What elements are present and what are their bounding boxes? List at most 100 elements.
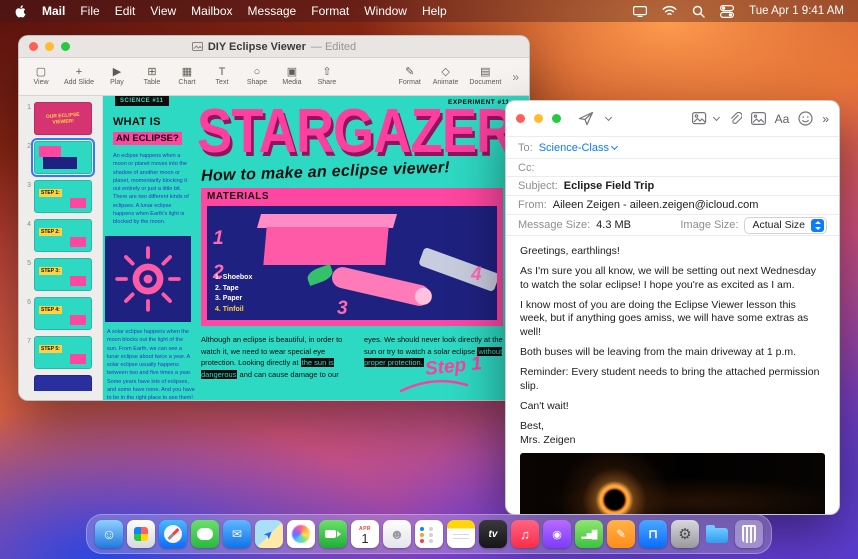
menu-item-edit[interactable]: Edit — [115, 4, 136, 18]
tinfoil-shape — [418, 247, 497, 292]
minimize-button[interactable] — [45, 42, 54, 51]
add-slide-button[interactable]: +Add Slide — [64, 67, 94, 86]
materials-illustration: 1 2 3 4 1. Shoebox 2. Tape 3. Paper 4. T… — [207, 206, 497, 320]
media-browser-icon[interactable] — [692, 112, 709, 126]
menu-item-window[interactable]: Window — [364, 4, 407, 18]
text-button[interactable]: TText — [210, 67, 234, 86]
chevron-down-icon — [611, 143, 618, 150]
play-button[interactable]: ▶Play — [105, 67, 129, 86]
recipient-token[interactable]: Science-Class — [539, 142, 617, 154]
cc-field[interactable]: Cc: — [506, 159, 839, 177]
search-icon[interactable] — [692, 5, 705, 18]
dock-icon-reminders[interactable] — [415, 520, 443, 548]
menu-item-mailbox[interactable]: Mailbox — [191, 4, 232, 18]
display-icon[interactable] — [633, 6, 647, 17]
send-options-chevron-icon[interactable] — [605, 114, 612, 121]
table-button[interactable]: ⊞Table — [140, 67, 164, 86]
menu-item-format[interactable]: Format — [311, 4, 349, 18]
slide-thumbnail-1[interactable]: 1 OUR ECLIPSE VIEWER! — [21, 102, 98, 135]
format-button[interactable]: Aa — [775, 112, 790, 126]
dock-icon-messages[interactable] — [191, 520, 219, 548]
view-button[interactable]: ▢View — [29, 67, 53, 86]
dock-icon-maps[interactable]: ➤ — [255, 520, 283, 548]
toolbar-overflow-icon[interactable]: » — [822, 112, 829, 126]
callout-number-4: 4 — [471, 264, 482, 286]
menu-bar: Mail File Edit View Mailbox Message Form… — [0, 0, 858, 22]
zoom-button[interactable] — [61, 42, 70, 51]
dock-icon-music[interactable]: ♫ — [511, 520, 539, 548]
eclipse-photo-attachment[interactable] — [520, 453, 825, 515]
slide-thumbnail-5[interactable]: 5 STEP 3: — [21, 258, 98, 291]
body-paragraph: Can't wait! — [520, 400, 825, 413]
dock-icon-podcasts[interactable]: ◉ — [543, 520, 571, 548]
animate-button[interactable]: ◇Animate — [433, 67, 459, 86]
dock-icon-contacts[interactable]: ☻ — [383, 520, 411, 548]
dock-icon-safari[interactable] — [159, 520, 187, 548]
keynote-toolbar: ▢View +Add Slide ▶Play ⊞Table ▦Chart TTe… — [19, 58, 529, 96]
toolbar-overflow-icon[interactable]: » — [512, 70, 519, 84]
science-tag: SCIENCE #11 — [115, 96, 169, 106]
close-button[interactable] — [29, 42, 38, 51]
document-button[interactable]: ▤Document — [469, 67, 501, 86]
media-button[interactable]: ▣Media — [280, 67, 304, 86]
apple-menu-icon[interactable] — [14, 4, 27, 19]
dock-icon-pages[interactable]: ✎ — [607, 520, 635, 548]
dock-icon-numbers[interactable]: ▂▅█ — [575, 520, 603, 548]
dock-icon-notes[interactable] — [447, 520, 475, 548]
signature-line: Best, — [520, 420, 825, 433]
subject-field[interactable]: Subject: Eclipse Field Trip — [506, 177, 839, 196]
slide-thumbnail-2[interactable]: 2 — [21, 141, 98, 174]
menu-item-message[interactable]: Message — [248, 4, 297, 18]
wifi-icon[interactable] — [662, 5, 677, 17]
slide-thumbnail-8[interactable] — [21, 375, 98, 391]
slide-canvas[interactable]: SCIENCE #11 EXPERIMENT #11 WHAT IS AN EC… — [103, 96, 529, 400]
shoebox-lid-shape — [257, 214, 397, 228]
dock-icon-keynote[interactable]: ⊓ — [639, 520, 667, 548]
menu-item-view[interactable]: View — [150, 4, 176, 18]
callout-number-1: 1 — [213, 228, 224, 250]
message-body[interactable]: Greetings, earthlings! As I'm sure you a… — [506, 236, 839, 447]
format-button[interactable]: ✎Format — [398, 67, 422, 86]
menu-app-name[interactable]: Mail — [42, 4, 65, 18]
zoom-button[interactable] — [552, 114, 561, 123]
slide-thumbnail-6[interactable]: 6 STEP 4: — [21, 297, 98, 330]
desktop: Mail File Edit View Mailbox Message Form… — [0, 0, 858, 559]
mail-toolbar: Aa » — [506, 101, 839, 137]
slide-thumbnail-3[interactable]: 3 STEP 1: — [21, 180, 98, 213]
menu-item-help[interactable]: Help — [422, 4, 447, 18]
body-paragraph: As I'm sure you all know, we will be set… — [520, 265, 825, 292]
body-paragraph: I know most of you are doing the Eclipse… — [520, 299, 825, 339]
attach-icon[interactable] — [728, 111, 742, 126]
dock-icon-facetime[interactable] — [319, 520, 347, 548]
to-field[interactable]: To: Science-Class — [506, 137, 839, 159]
chart-button[interactable]: ▦Chart — [175, 67, 199, 86]
dock-icon-settings[interactable]: ⚙ — [671, 520, 699, 548]
shape-button[interactable]: ○Shape — [245, 67, 269, 86]
dock-icon-trash[interactable] — [735, 520, 763, 548]
share-button[interactable]: ⇧Share — [315, 67, 339, 86]
dock-icon-photos[interactable] — [287, 520, 315, 548]
slide-thumbnail-7[interactable]: 7 STEP 5: — [21, 336, 98, 369]
eclipse-intro-text: An eclipse happens when a moon or planet… — [113, 152, 193, 226]
send-icon[interactable] — [578, 111, 594, 126]
from-field[interactable]: From: Aileen Zeigen - aileen.zeigen@iclo… — [506, 196, 839, 215]
close-button[interactable] — [516, 114, 525, 123]
emoji-icon[interactable] — [798, 111, 813, 126]
media-chevron-icon[interactable] — [713, 114, 720, 121]
menu-clock[interactable]: Tue Apr 1 9:41 AM — [749, 5, 844, 17]
dock-icon-finder[interactable]: ☺ — [95, 520, 123, 548]
dock-icon-calendar[interactable]: APR 1 — [351, 520, 379, 548]
dock-icon-tv[interactable]: tv — [479, 520, 507, 548]
slide-headline: STARGAZER — [197, 96, 513, 167]
dock-icon-downloads-folder[interactable] — [703, 520, 731, 548]
arrow-swoosh-icon — [399, 378, 469, 394]
dock-icon-launchpad[interactable] — [127, 520, 155, 548]
document-icon — [192, 42, 203, 51]
menu-item-file[interactable]: File — [80, 4, 99, 18]
control-center-icon[interactable] — [720, 5, 734, 18]
image-size-popup[interactable]: Actual Size — [744, 217, 827, 234]
dock-icon-mail[interactable]: ✉ — [223, 520, 251, 548]
photo-icon[interactable] — [751, 112, 766, 125]
minimize-button[interactable] — [534, 114, 543, 123]
slide-thumbnail-4[interactable]: 4 STEP 2: — [21, 219, 98, 252]
